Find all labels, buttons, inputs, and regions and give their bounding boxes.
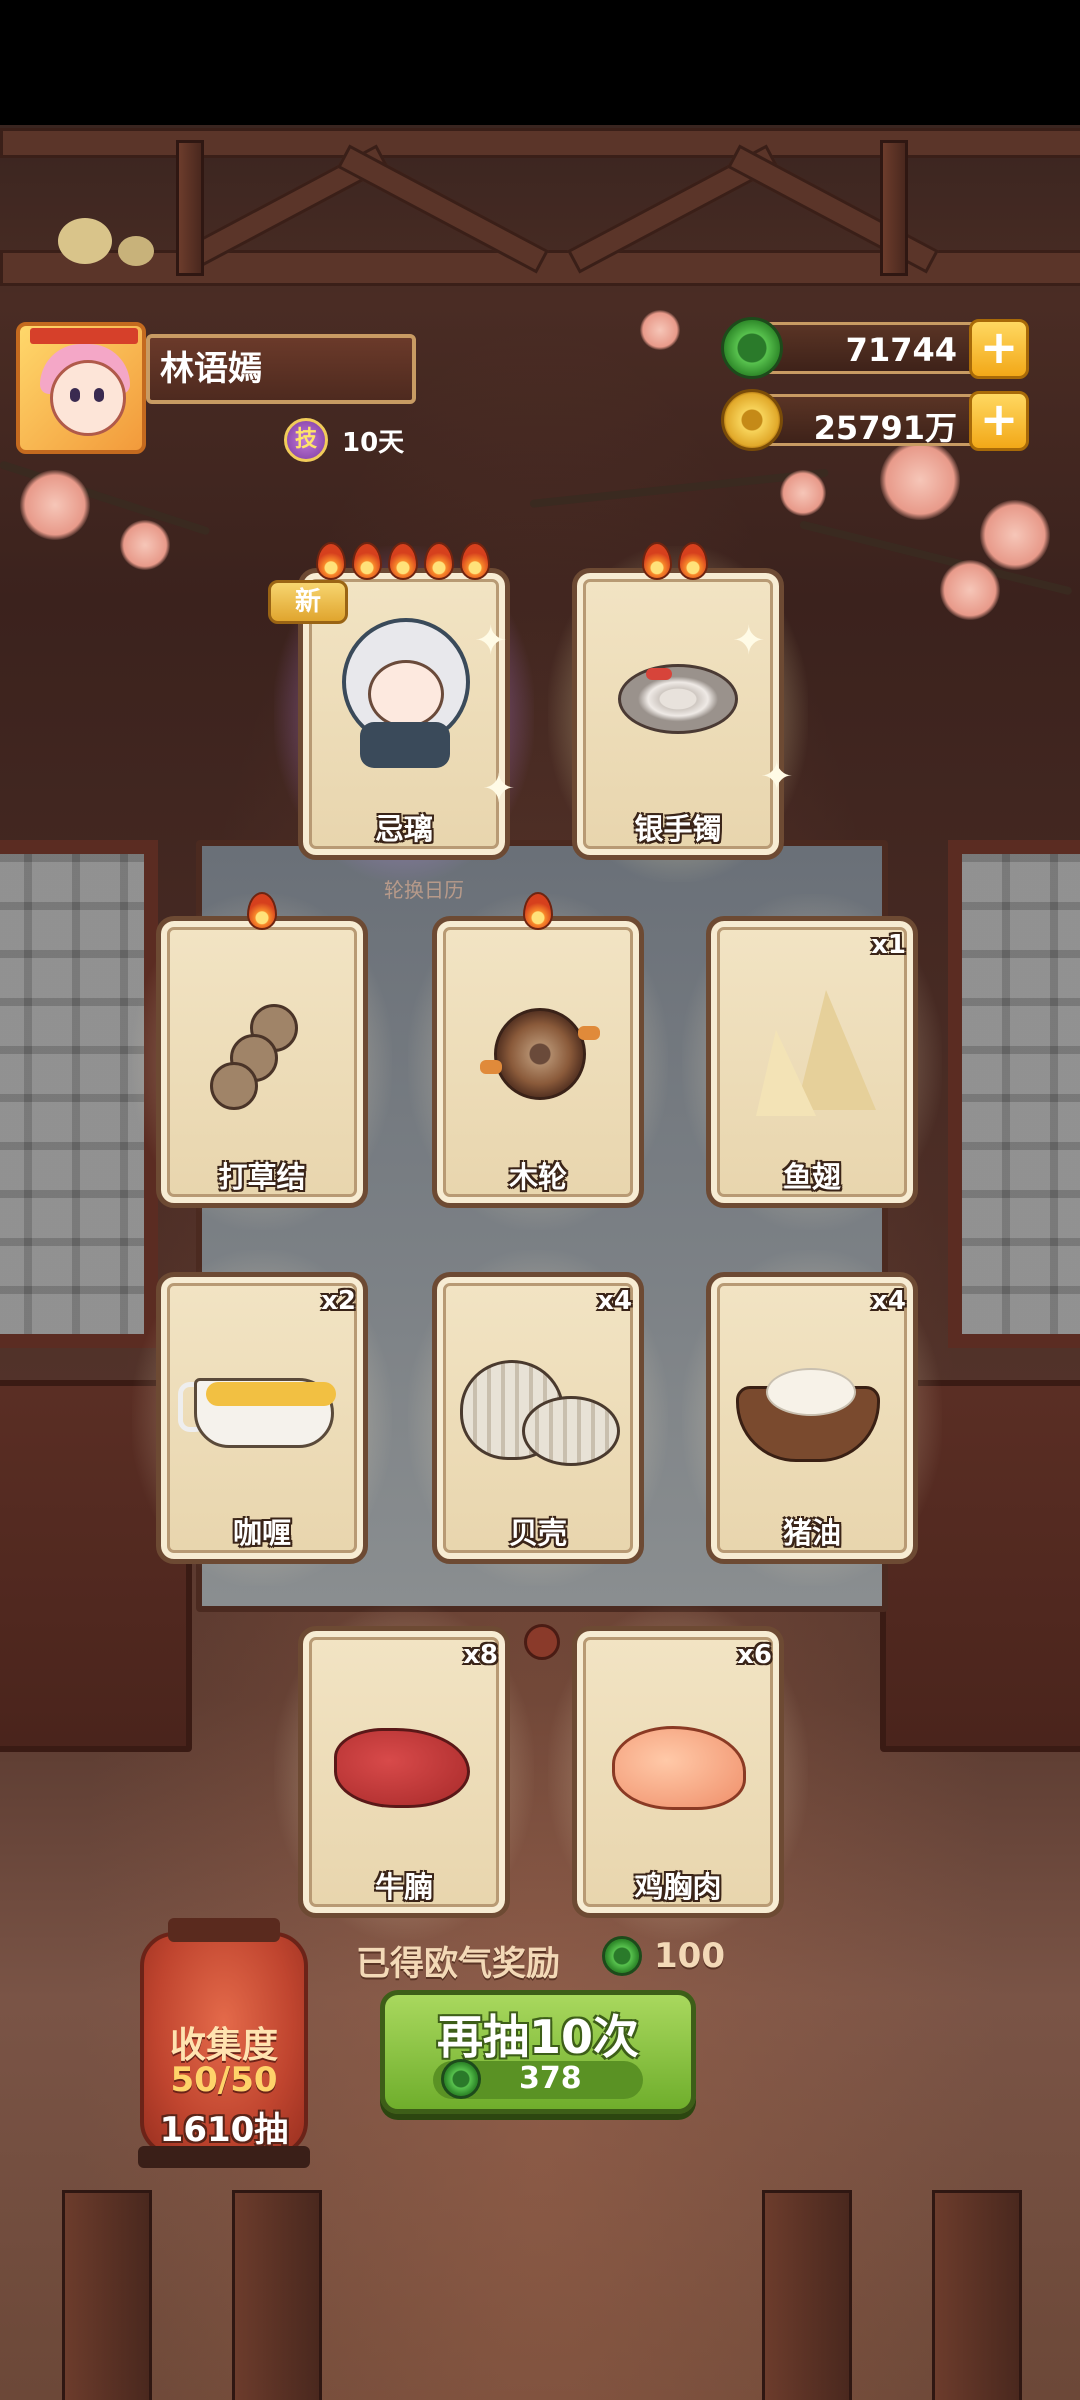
blossom	[980, 500, 1050, 570]
collection-progress: 50/50	[170, 2060, 278, 2100]
flame-icon	[642, 542, 672, 580]
wood-wheel-art	[480, 1008, 600, 1104]
flame-icon	[460, 542, 490, 580]
add-gold-button[interactable]: +	[969, 391, 1029, 451]
add-jade-button[interactable]: +	[969, 319, 1029, 379]
blossom	[20, 470, 90, 540]
jade-currency-bar: 71744 +	[721, 317, 1029, 379]
result-card[interactable]: x2 咖喱	[132, 1250, 392, 1586]
card-label: 猪油	[782, 1516, 841, 1550]
result-card[interactable]: x4 猪油	[682, 1250, 942, 1586]
days-counter: 10天	[342, 428, 405, 458]
card-label: 牛腩	[374, 1870, 433, 1904]
beef-art	[334, 1728, 474, 1814]
draw-again-button[interactable]: 再抽10次 378	[380, 1990, 696, 2114]
ornament-knot-icon	[524, 1624, 560, 1660]
flame-icon	[316, 542, 346, 580]
flame-icon	[523, 892, 553, 930]
railing-post	[62, 2190, 152, 2400]
railing-post	[232, 2190, 322, 2400]
card-quantity: x4	[871, 1286, 906, 1316]
card-quantity: x4	[597, 1286, 632, 1316]
character-art	[332, 618, 472, 768]
reward-label: 已得欧气奖励	[356, 1944, 560, 1984]
chick-decoration	[58, 218, 112, 264]
avatar-frame-banner	[30, 328, 138, 344]
gold-coin-icon	[721, 389, 783, 451]
shell-art	[460, 1360, 620, 1470]
card-quantity: x2	[321, 1286, 356, 1316]
lantern-base	[138, 2146, 310, 2168]
railing-post	[932, 2190, 1022, 2400]
blossom	[880, 440, 960, 520]
roof-post	[176, 140, 204, 276]
lantern-cap	[168, 1918, 280, 1942]
flame-icon	[678, 542, 708, 580]
player-name[interactable]: 林语嫣	[146, 334, 416, 404]
card-label: 打草结	[218, 1160, 306, 1194]
roof-post	[880, 140, 908, 276]
flame-icon	[247, 892, 277, 930]
curry-art	[178, 1368, 348, 1458]
reward-value: 100	[654, 1936, 725, 1976]
blossom	[780, 470, 826, 516]
chicken-breast-art	[612, 1726, 752, 1816]
gold-amount: 25791万	[813, 409, 957, 447]
sparkle-icon: ✦	[732, 618, 766, 664]
card-label: 鸡胸肉	[634, 1870, 722, 1904]
skill-badge-icon: 技	[284, 418, 328, 462]
railing-post	[762, 2190, 852, 2400]
draw-again-label: 再抽10次	[436, 2010, 639, 2064]
roof-beam	[0, 128, 1080, 158]
jade-coin-icon	[441, 2059, 481, 2099]
collection-lantern-button[interactable]: 收集度 50/50 1610抽	[138, 1918, 310, 2168]
bracelet-art	[618, 664, 738, 734]
shark-fin-art	[756, 990, 876, 1120]
sparkle-icon: ✦	[474, 618, 508, 664]
result-card[interactable]: x4 贝壳	[408, 1250, 668, 1586]
card-label: 银手镯	[634, 812, 722, 846]
card-label: 鱼翅	[782, 1160, 841, 1194]
player-avatar[interactable]	[16, 322, 146, 454]
new-badge: 新	[268, 580, 348, 624]
grass-knot-art	[210, 1004, 320, 1110]
blossom	[640, 310, 680, 350]
result-card[interactable]: 打草结	[132, 894, 392, 1230]
card-label: 忌璃	[374, 812, 433, 846]
result-card[interactable]: ✦ ✦ 银手镯	[548, 546, 808, 882]
result-card[interactable]: x6 鸡胸肉	[548, 1604, 808, 1940]
card-label: 贝壳	[508, 1516, 567, 1550]
blossom	[940, 560, 1000, 620]
jade-coin-icon	[721, 317, 783, 379]
card-label: 木轮	[508, 1160, 567, 1194]
card-label: 咖喱	[232, 1516, 291, 1550]
lattice-window	[948, 840, 1080, 1348]
blossom	[120, 520, 170, 570]
flame-icon	[352, 542, 382, 580]
lard-art	[736, 1366, 886, 1466]
draw-cost-value: 378	[519, 2061, 582, 2096]
collection-draw-count: 1610抽	[159, 2110, 289, 2150]
gacha-result-screen: 林语嫣 技 10天 71744 + 25791万 + 轮换日历 ✦ ✦ 忌璃 新	[0, 0, 1080, 2400]
gold-currency-bar: 25791万 +	[721, 389, 1029, 451]
chick-decoration	[118, 236, 154, 266]
result-card[interactable]: x1 鱼翅	[682, 894, 942, 1230]
avatar-eye	[70, 388, 80, 402]
card-quantity: x1	[871, 930, 906, 960]
avatar-eye	[94, 388, 104, 402]
sparkle-icon: ✦	[760, 754, 794, 800]
avatar-face	[50, 360, 126, 436]
card-quantity: x8	[463, 1640, 498, 1670]
result-card[interactable]: x8 牛腩	[274, 1604, 534, 1940]
jade-coin-icon	[602, 1936, 642, 1976]
flame-icon	[388, 542, 418, 580]
flame-icon	[424, 542, 454, 580]
result-card[interactable]: 木轮	[408, 894, 668, 1230]
card-quantity: x6	[737, 1640, 772, 1670]
jade-amount: 71744	[845, 331, 957, 369]
